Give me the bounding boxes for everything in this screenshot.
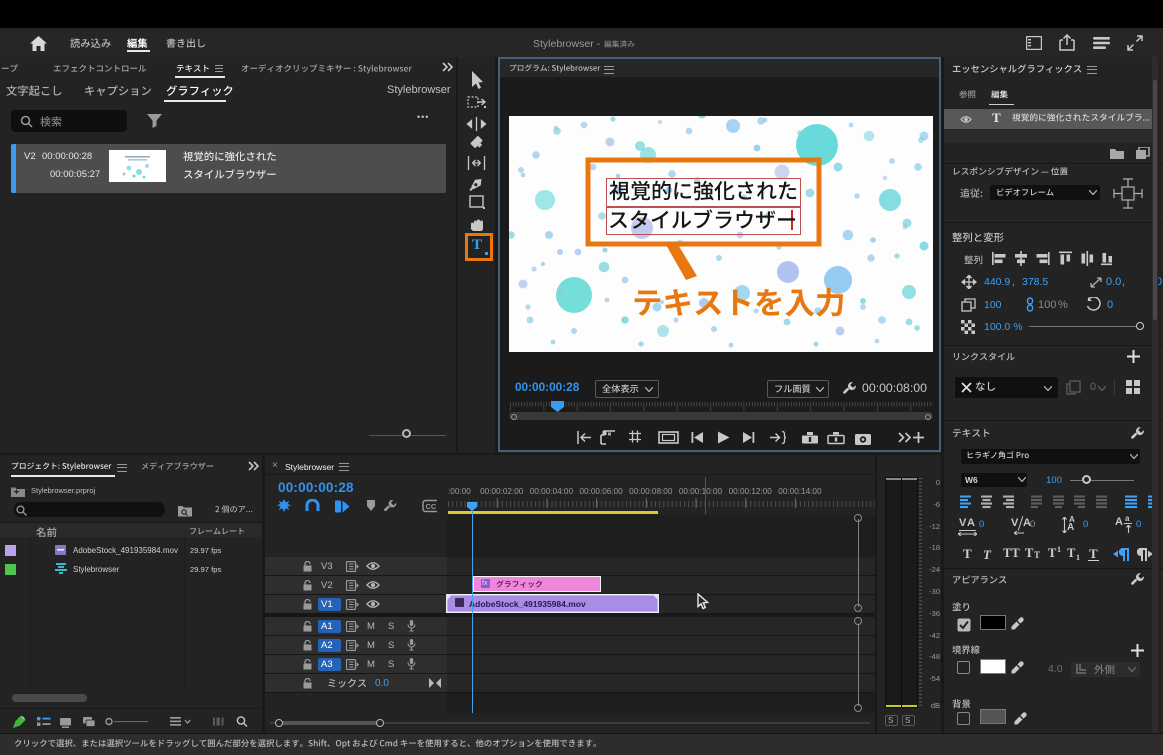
svg-text:-54: -54	[929, 674, 940, 683]
svg-text:CC: CC	[426, 502, 437, 511]
svg-text:0: 0	[936, 478, 940, 487]
svg-text:-6: -6	[933, 500, 940, 509]
svg-text:-36: -36	[929, 609, 940, 618]
svg-text:00:00:14:00: 00:00:14:00	[778, 487, 822, 496]
svg-text:-18: -18	[929, 543, 940, 552]
svg-text:00:00:02:00: 00:00:02:00	[480, 487, 524, 496]
svg-text:00:00:12:00: 00:00:12:00	[729, 487, 773, 496]
svg-text:-30: -30	[929, 587, 940, 596]
svg-text:-48: -48	[929, 652, 940, 661]
svg-text:dB: dB	[931, 701, 940, 709]
svg-text:-24: -24	[929, 565, 940, 574]
svg-text:00:00:10:00: 00:00:10:00	[679, 487, 723, 496]
svg-text:00:00:06:00: 00:00:06:00	[579, 487, 623, 496]
svg-text:00:00:04:00: 00:00:04:00	[530, 487, 574, 496]
svg-text:-42: -42	[929, 631, 940, 640]
svg-text::00:00: :00:00	[448, 487, 471, 496]
svg-text:00:00:08:00: 00:00:08:00	[629, 487, 673, 496]
svg-text:-12: -12	[929, 522, 940, 531]
